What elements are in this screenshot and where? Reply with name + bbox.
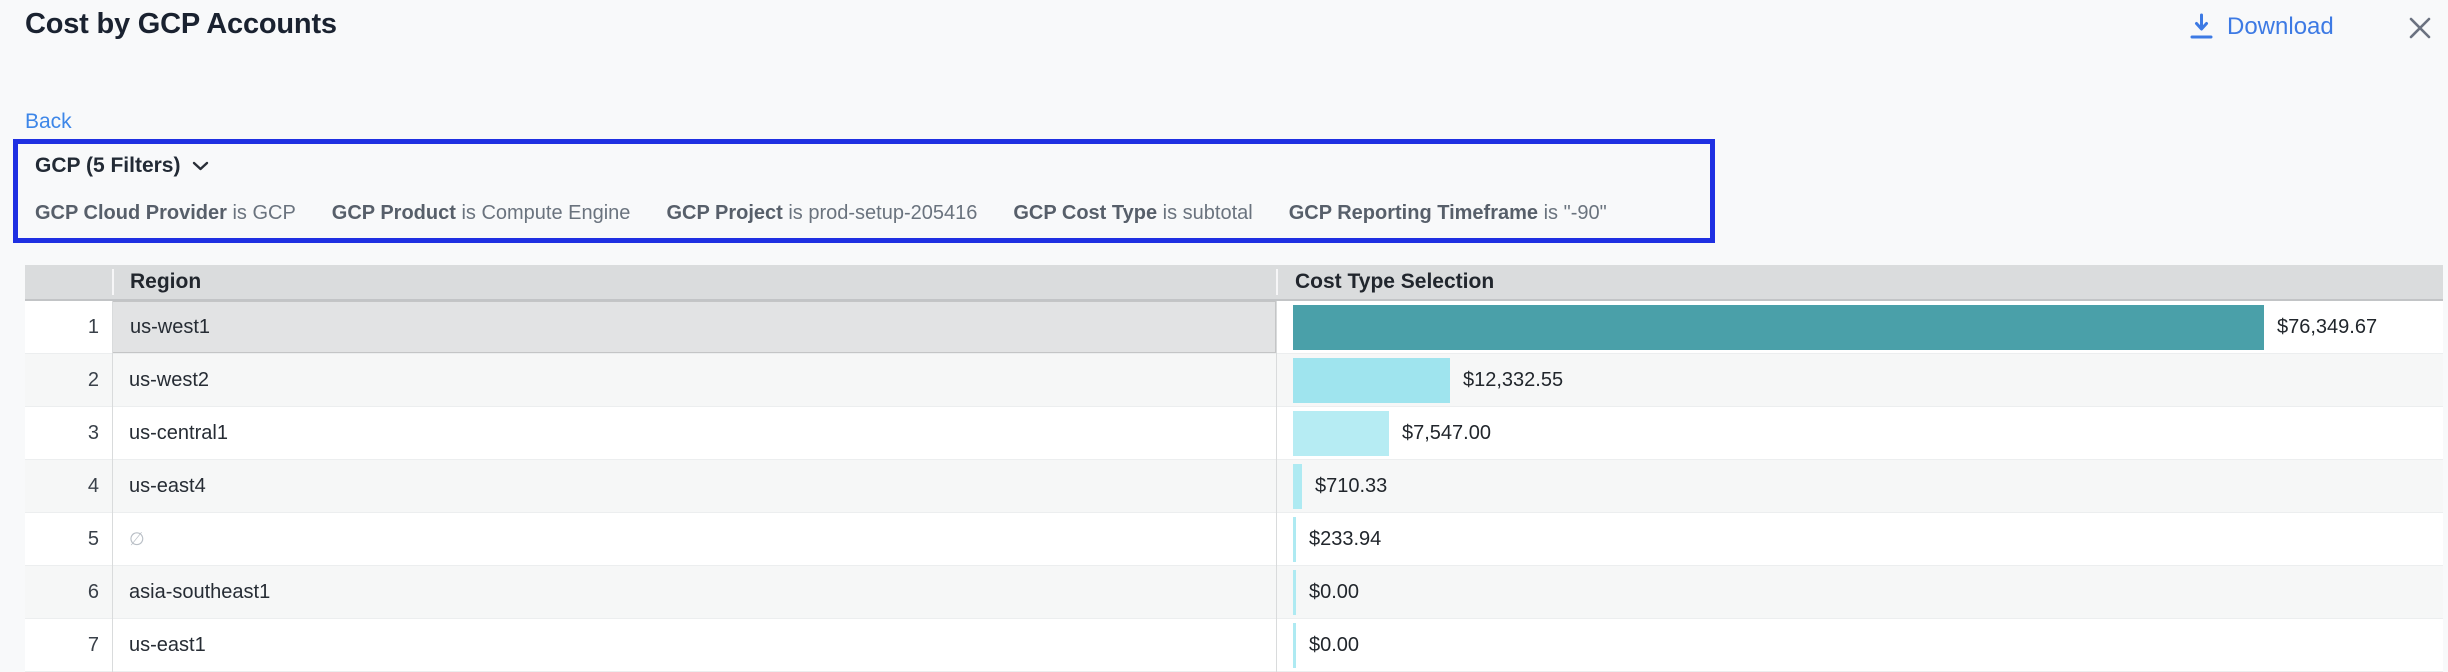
filter-item[interactable]: GCP Reporting Timeframe is "-90" — [1289, 202, 1607, 225]
filter-name: GCP Cost Type — [1013, 202, 1157, 224]
cost-bar-cell[interactable]: $76,349.67 — [1276, 301, 2443, 353]
close-icon — [2406, 14, 2434, 42]
filter-item[interactable]: GCP Cloud Provider is GCP — [35, 202, 296, 225]
cost-value-label: $710.33 — [1315, 475, 1387, 498]
filter-name: GCP Project — [666, 202, 782, 224]
cost-bar-cell[interactable]: $0.00 — [1276, 566, 2443, 618]
header-separator — [1276, 269, 1278, 295]
download-icon — [2188, 12, 2215, 41]
header-separator — [112, 269, 114, 295]
page-title: Cost by GCP Accounts — [25, 8, 337, 41]
chevron-down-icon — [191, 160, 210, 172]
cost-value-label: $7,547.00 — [1402, 422, 1491, 445]
column-header-cost-type-selection[interactable]: Cost Type Selection — [1295, 270, 1494, 294]
region-cell[interactable]: us-west2 — [112, 354, 1276, 406]
region-cell[interactable]: us-west1 — [112, 301, 1276, 353]
cost-value-label: $0.00 — [1309, 581, 1359, 604]
filter-name: GCP Cloud Provider — [35, 202, 227, 224]
column-header-region[interactable]: Region — [130, 270, 201, 294]
filter-item[interactable]: GCP Product is Compute Engine — [332, 202, 631, 225]
row-number: 5 — [25, 513, 112, 565]
filter-summary-label: GCP (5 Filters) — [35, 154, 180, 178]
row-number: 4 — [25, 460, 112, 512]
filter-item[interactable]: GCP Project is prod-setup-205416 — [666, 202, 977, 225]
cost-table: Region Cost Type Selection 1us-west1 $76,… — [25, 265, 2443, 672]
region-cell[interactable]: ∅ — [112, 513, 1276, 565]
filter-name: GCP Reporting Timeframe — [1289, 202, 1538, 224]
cost-bar-cell[interactable]: $7,547.00 — [1276, 407, 2443, 459]
download-button[interactable]: Download — [2188, 12, 2334, 41]
cost-bar[interactable] — [1293, 305, 2264, 350]
filter-list: GCP Cloud Provider is GCP GCP Product is … — [35, 202, 1607, 225]
cost-bar[interactable] — [1293, 570, 1296, 615]
region-cell[interactable]: us-east1 — [112, 619, 1276, 671]
table-header: Region Cost Type Selection — [25, 265, 2443, 301]
cost-bar[interactable] — [1293, 358, 1450, 403]
cost-bar[interactable] — [1293, 464, 1302, 509]
filter-summary-toggle[interactable]: GCP (5 Filters) — [35, 154, 210, 178]
download-label: Download — [2227, 13, 2334, 41]
region-cell[interactable]: asia-southeast1 — [112, 566, 1276, 618]
cost-value-label: $233.94 — [1309, 528, 1381, 551]
filter-item[interactable]: GCP Cost Type is subtotal — [1013, 202, 1252, 225]
cost-bar-cell[interactable]: $233.94 — [1276, 513, 2443, 565]
cost-value-label: $0.00 — [1309, 634, 1359, 657]
table-row[interactable]: 1us-west1 $76,349.67 — [25, 301, 2443, 354]
close-button[interactable] — [2402, 10, 2438, 46]
table-row[interactable]: 4us-east4 $710.33 — [25, 460, 2443, 513]
row-number: 1 — [25, 301, 112, 353]
cost-bar[interactable] — [1293, 623, 1296, 668]
cost-bar-cell[interactable]: $0.00 — [1276, 619, 2443, 671]
back-link[interactable]: Back — [25, 110, 72, 134]
cost-value-label: $12,332.55 — [1463, 369, 1563, 392]
filter-name: GCP Product — [332, 202, 456, 224]
table-row[interactable]: 2us-west2 $12,332.55 — [25, 354, 2443, 407]
filter-panel: GCP (5 Filters) GCP Cloud Provider is GC… — [13, 139, 1715, 243]
region-cell[interactable]: us-central1 — [112, 407, 1276, 459]
table-row[interactable]: 5∅ $233.94 — [25, 513, 2443, 566]
table-row[interactable]: 7us-east1 $0.00 — [25, 619, 2443, 672]
cost-bar[interactable] — [1293, 517, 1296, 562]
table-body: 1us-west1$76,349.672us-west2$12,332.553u… — [25, 301, 2443, 672]
cost-bar-cell[interactable]: $710.33 — [1276, 460, 2443, 512]
region-cell[interactable]: us-east4 — [112, 460, 1276, 512]
row-number: 7 — [25, 619, 112, 671]
table-row[interactable]: 6asia-southeast1 $0.00 — [25, 566, 2443, 619]
cost-value-label: $76,349.67 — [2277, 316, 2377, 339]
cost-bar[interactable] — [1293, 411, 1389, 456]
row-number: 6 — [25, 566, 112, 618]
row-number: 3 — [25, 407, 112, 459]
row-number: 2 — [25, 354, 112, 406]
table-row[interactable]: 3us-central1 $7,547.00 — [25, 407, 2443, 460]
cost-bar-cell[interactable]: $12,332.55 — [1276, 354, 2443, 406]
